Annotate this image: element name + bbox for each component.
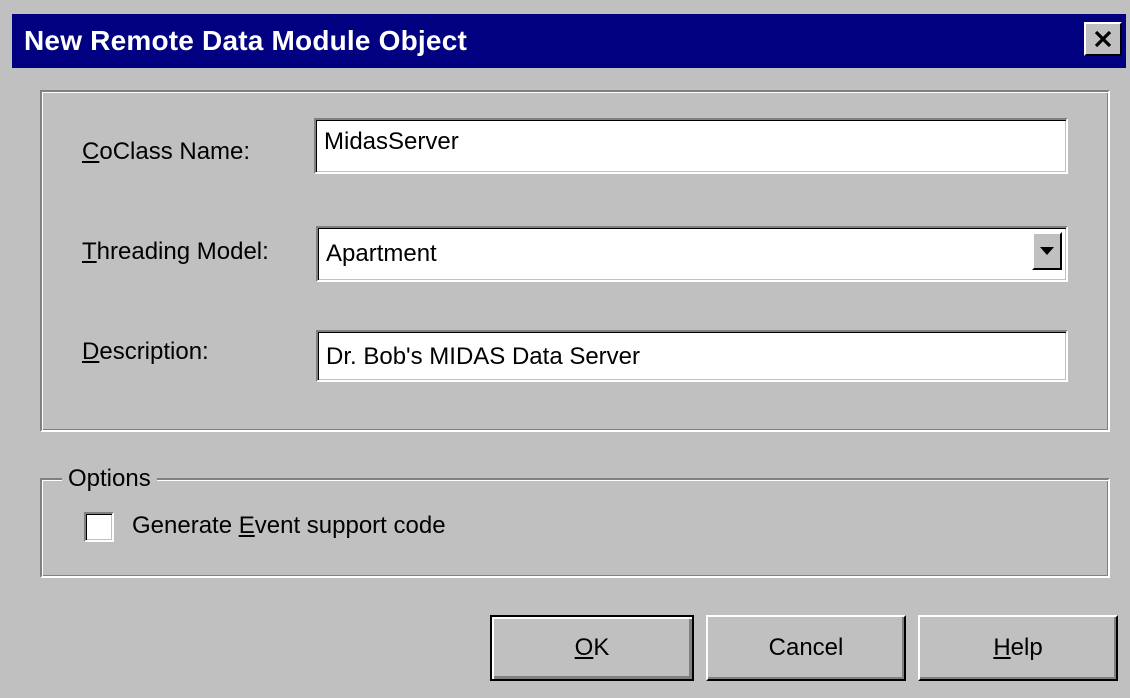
description-value: Dr. Bob's MIDAS Data Server [326, 343, 641, 370]
close-icon [1094, 30, 1112, 48]
remote-data-module-dialog: New Remote Data Module Object CoClass Na… [0, 0, 1130, 698]
coclass-name-label: CoClass Name: [82, 138, 251, 165]
help-button[interactable]: Help [918, 615, 1118, 681]
threading-model-select[interactable]: Apartment [316, 226, 1068, 282]
ok-button[interactable]: OK [490, 615, 694, 681]
cancel-button[interactable]: Cancel [706, 615, 906, 681]
threading-model-value: Apartment [326, 240, 437, 267]
description-input[interactable]: Dr. Bob's MIDAS Data Server [316, 330, 1068, 382]
event-support-label[interactable]: Generate Event support code [132, 512, 446, 540]
title-bar[interactable]: New Remote Data Module Object [12, 14, 1126, 68]
close-button[interactable] [1084, 22, 1122, 56]
coclass-name-value: MidasServer [324, 128, 459, 155]
options-legend: Options [62, 465, 157, 493]
threading-model-label: Threading Model: [82, 238, 269, 265]
chevron-down-icon [1040, 247, 1054, 255]
event-support-checkbox[interactable] [84, 512, 114, 542]
description-label: Description: [82, 338, 209, 365]
threading-dropdown-button[interactable] [1032, 232, 1062, 270]
window-title: New Remote Data Module Object [24, 25, 467, 56]
coclass-name-input[interactable]: MidasServer [314, 118, 1068, 174]
